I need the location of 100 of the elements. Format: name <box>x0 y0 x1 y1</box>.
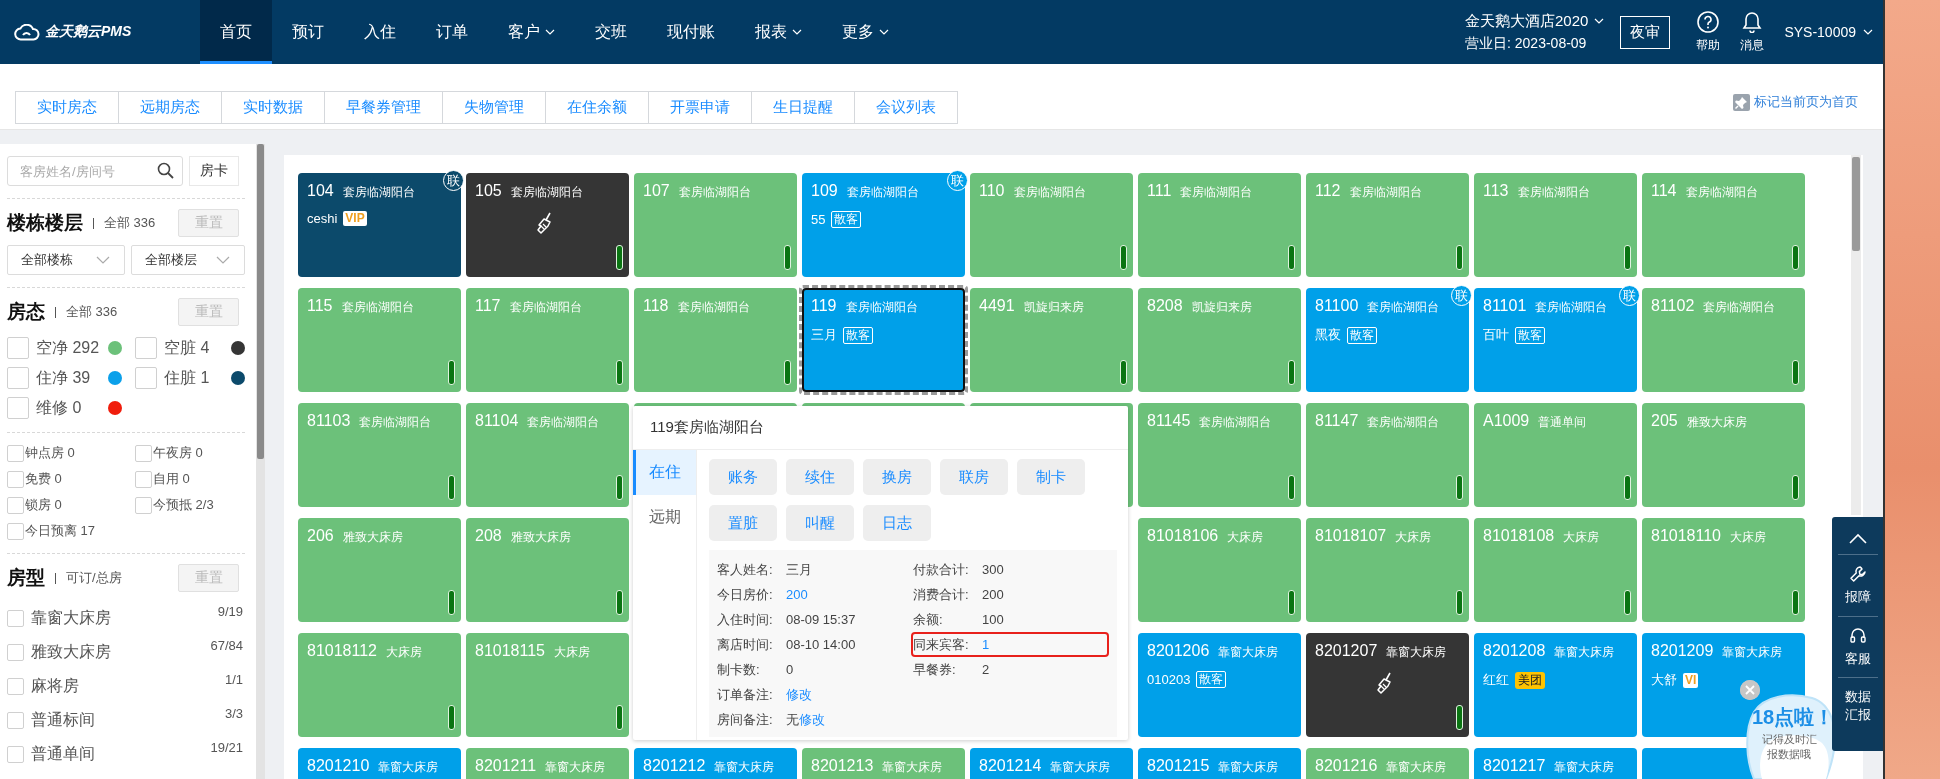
room-tile[interactable]: 8201212 靠窗大床房 <box>634 748 797 779</box>
room-tile[interactable]: 81018115 大床房 <box>466 633 629 737</box>
room-tile[interactable]: 8201217 靠窗大床房 <box>1474 748 1637 779</box>
hotel-name[interactable]: 金天鹅大酒店2020 <box>1465 11 1589 31</box>
room-tile[interactable]: 115 套房临湖阳台 <box>298 288 461 392</box>
checkbox[interactable] <box>7 609 24 627</box>
action-button[interactable]: 联房 <box>940 459 1008 495</box>
nav-item[interactable]: 交班 <box>575 0 647 64</box>
room-card-button[interactable]: 房卡 <box>189 156 239 186</box>
room-tile[interactable]: 8201208 靠窗大床房 红红 美团 <box>1474 633 1637 737</box>
field-link[interactable]: 修改 <box>786 685 812 704</box>
nav-item[interactable]: 现付账 <box>647 0 735 64</box>
field-link[interactable]: 200 <box>786 587 808 602</box>
room-tile[interactable]: 8201214 靠窗大床房 <box>970 748 1133 779</box>
action-button[interactable]: 换房 <box>863 459 931 495</box>
room-tile[interactable]: 81102 套房临湖阳台 <box>1642 288 1805 392</box>
room-tile[interactable]: 110 套房临湖阳台 <box>970 173 1133 277</box>
room-tile[interactable]: 81018106 大床房 <box>1138 518 1301 622</box>
action-button[interactable]: 账务 <box>709 459 777 495</box>
checkbox[interactable] <box>7 677 24 695</box>
room-tile[interactable]: 112 套房临湖阳台 <box>1306 173 1469 277</box>
wrench-icon[interactable] <box>1849 565 1867 583</box>
checkbox[interactable] <box>7 711 24 729</box>
search-field[interactable]: 客房姓名/房间号 <box>7 156 183 186</box>
page-tab[interactable]: 生日提醒 <box>751 91 855 124</box>
room-tile[interactable]: 119 套房临湖阳台 三月 散客 <box>802 288 965 392</box>
room-tile[interactable]: 8208 凯旋归来房 <box>1138 288 1301 392</box>
checkbox[interactable] <box>7 496 24 514</box>
popup-tab[interactable]: 在住 <box>633 450 696 495</box>
headset-icon[interactable] <box>1849 626 1867 645</box>
room-tile[interactable]: 8201207 靠窗大床房 <box>1306 633 1469 737</box>
room-tile[interactable]: 81103 套房临湖阳台 <box>298 403 461 507</box>
room-tile[interactable]: 118 套房临湖阳台 <box>634 288 797 392</box>
field-link[interactable]: 修改 <box>799 710 825 729</box>
nav-item[interactable]: 入住 <box>344 0 416 64</box>
room-tile[interactable]: 109 套房临湖阳台 55 散客 联 <box>802 173 965 277</box>
nav-item[interactable]: 客户 <box>488 0 575 64</box>
bell-icon[interactable] <box>1742 10 1763 33</box>
checkbox[interactable] <box>135 337 157 359</box>
tool-label[interactable]: 数据汇报 <box>1845 688 1871 724</box>
page-tab[interactable]: 在住余额 <box>545 91 649 124</box>
checkbox[interactable] <box>135 470 152 488</box>
action-button[interactable]: 置脏 <box>709 505 777 541</box>
page-tab[interactable]: 实时数据 <box>221 91 325 124</box>
action-button[interactable]: 叫醒 <box>786 505 854 541</box>
night-audit-button[interactable]: 夜审 <box>1620 15 1671 49</box>
page-tab[interactable]: 失物管理 <box>442 91 546 124</box>
checkbox[interactable] <box>7 470 24 488</box>
set-home-link[interactable]: 标记当前页为首页 <box>1754 93 1858 111</box>
room-tile[interactable]: 81147 套房临湖阳台 <box>1306 403 1469 507</box>
room-tile[interactable]: 81104 套房临湖阳台 <box>466 403 629 507</box>
room-tile[interactable]: 105 套房临湖阳台 <box>466 173 629 277</box>
room-tile[interactable]: 81018107 大床房 <box>1306 518 1469 622</box>
nav-item[interactable]: 订单 <box>416 0 488 64</box>
room-tile[interactable]: 107 套房临湖阳台 <box>634 173 797 277</box>
room-tile[interactable]: 81018108 大床房 <box>1474 518 1637 622</box>
popup-tab[interactable]: 远期 <box>633 495 696 540</box>
room-tile[interactable]: 104 套房临湖阳台 ceshi VIP 联 <box>298 173 461 277</box>
room-tile[interactable]: 117 套房临湖阳台 <box>466 288 629 392</box>
page-tab[interactable]: 会议列表 <box>854 91 958 124</box>
room-tile[interactable]: 111 套房临湖阳台 <box>1138 173 1301 277</box>
checkbox[interactable] <box>135 367 157 389</box>
room-tile[interactable]: 81018112 大床房 <box>298 633 461 737</box>
room-tile[interactable]: A1009 普通单间 <box>1474 403 1637 507</box>
nav-item[interactable]: 预订 <box>272 0 344 64</box>
action-button[interactable]: 日志 <box>863 505 931 541</box>
checkbox[interactable] <box>135 444 152 462</box>
room-tile[interactable]: 81145 套房临湖阳台 <box>1138 403 1301 507</box>
room-tile[interactable]: 8201211 靠窗大床房 <box>466 748 629 779</box>
room-tile[interactable]: 81018110 大床房 <box>1642 518 1805 622</box>
nav-item[interactable]: 报表 <box>735 0 822 64</box>
field-link[interactable]: 1 <box>982 637 990 652</box>
page-tab[interactable]: 开票申请 <box>648 91 752 124</box>
page-tab[interactable]: 远期房态 <box>118 91 222 124</box>
page-tab[interactable]: 实时房态 <box>15 91 119 124</box>
help-icon[interactable] <box>1697 10 1720 33</box>
room-tile[interactable]: 208 雅致大床房 <box>466 518 629 622</box>
room-tile[interactable]: 113 套房临湖阳台 <box>1474 173 1637 277</box>
user-name[interactable]: SYS-10009 <box>1784 24 1856 40</box>
room-tile[interactable]: 81101 套房临湖阳台 百叶 散客 联 <box>1474 288 1637 392</box>
room-tile[interactable]: 8201206 靠窗大床房 010203 散客 <box>1138 633 1301 737</box>
nav-item[interactable]: 更多 <box>822 0 909 64</box>
checkbox[interactable] <box>7 367 29 389</box>
search-icon[interactable] <box>157 162 174 179</box>
checkbox[interactable] <box>135 496 152 514</box>
tool-label[interactable]: 客服 <box>1845 649 1871 668</box>
checkbox[interactable] <box>7 337 29 359</box>
checkbox[interactable] <box>7 444 24 462</box>
room-tile[interactable]: 206 雅致大床房 <box>298 518 461 622</box>
room-tile[interactable]: 81100 套房临湖阳台 黑夜 散客 联 <box>1306 288 1469 392</box>
room-tile[interactable]: 8201210 靠窗大床房 <box>298 748 461 779</box>
room-tile[interactable]: 4491 凯旋归来房 <box>970 288 1133 392</box>
collapse-icon[interactable] <box>1849 533 1867 544</box>
checkbox[interactable] <box>7 397 29 419</box>
checkbox[interactable] <box>7 745 24 763</box>
page-tab[interactable]: 早餐券管理 <box>324 91 443 124</box>
dropdown[interactable]: 全部楼栋 <box>7 245 126 275</box>
action-button[interactable]: 续住 <box>786 459 854 495</box>
room-tile[interactable]: 8201216 靠窗大床房 <box>1306 748 1469 779</box>
room-tile[interactable]: 205 雅致大床房 <box>1642 403 1805 507</box>
